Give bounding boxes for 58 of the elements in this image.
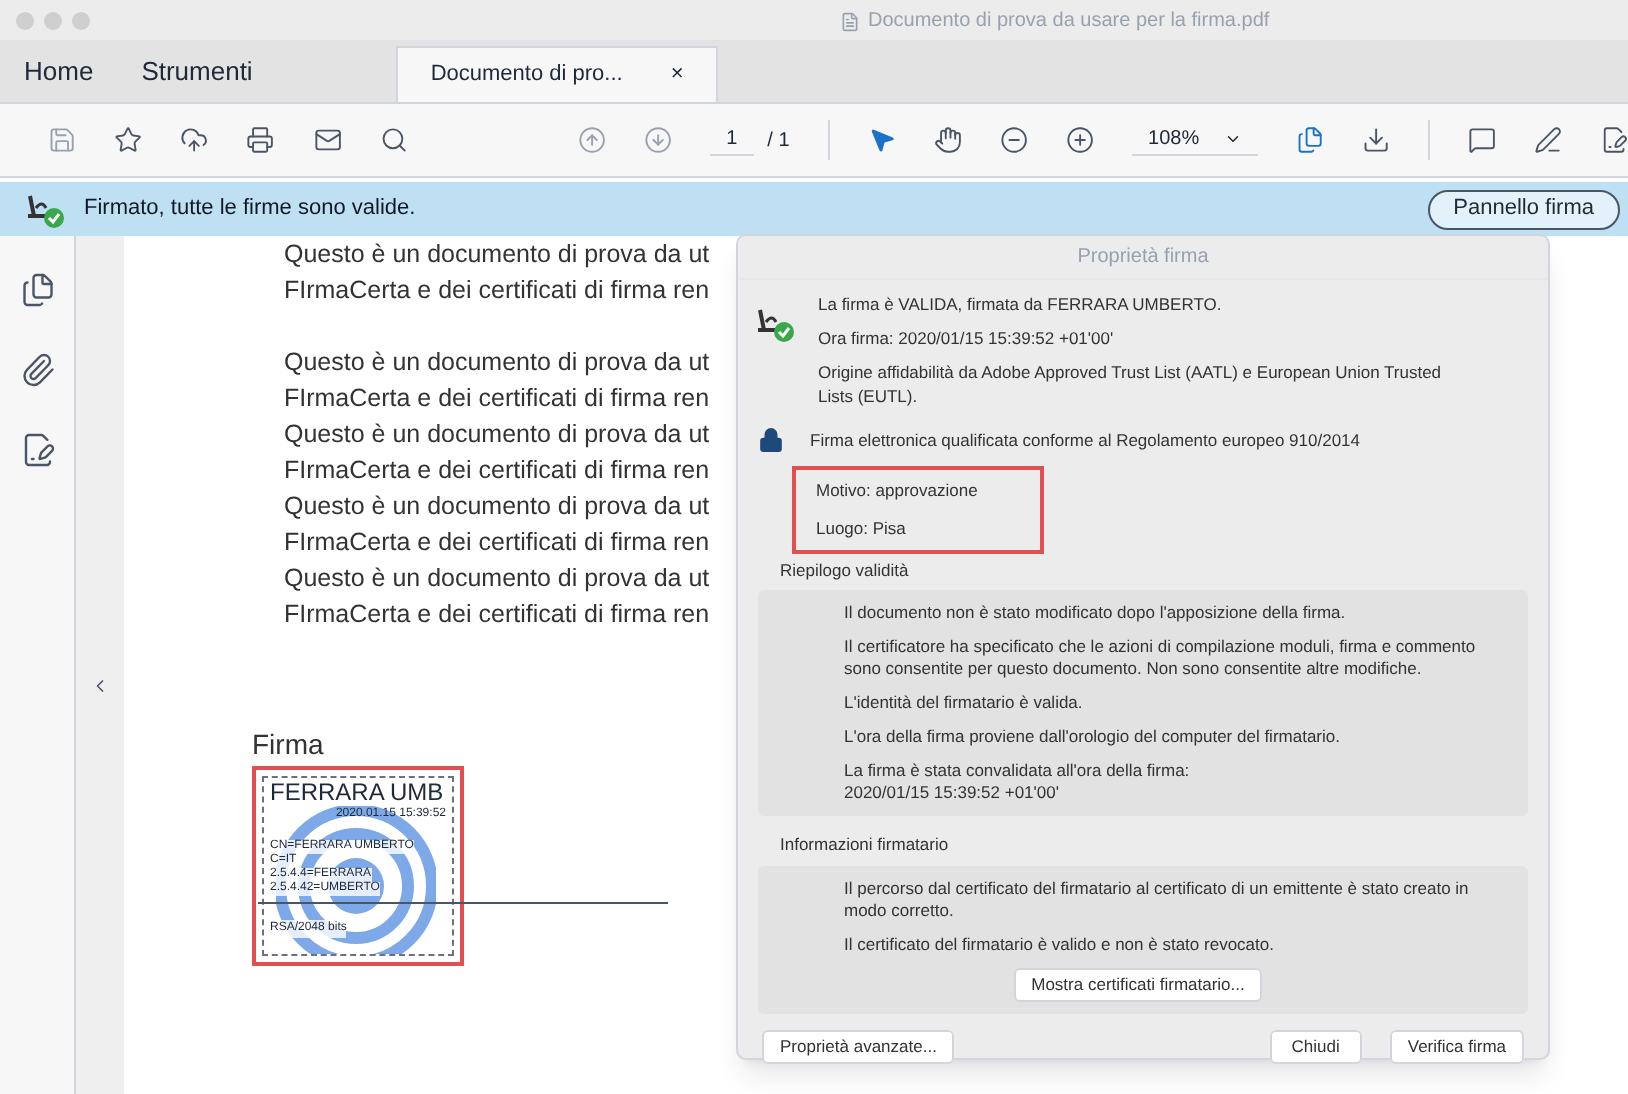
validity-text: La firma è stata convalidata all'ora della firma: 2020/01/15 15:39:52 +01'00'	[844, 760, 1192, 805]
document-text-line: FIrmaCerta e dei certificati di firma ren	[284, 454, 710, 488]
document-text-line: Questo è un documento di prova da ut	[284, 418, 710, 452]
signature-icon[interactable]	[19, 432, 55, 468]
nav-tab[interactable]: Strumenti	[117, 42, 277, 102]
summary-text: La firma è VALIDA, firmata da FERRARA UMBERTO.	[818, 292, 1224, 318]
zoom-out-icon[interactable]	[999, 122, 1028, 158]
comment-icon[interactable]	[1467, 122, 1496, 158]
validity-text: Il certificatore ha specificato che le azioni di compilazione moduli, firma e commento sono consentite per questo documento. Non sono consentite altre modifiche.	[844, 636, 1478, 681]
show-certificates-button[interactable]: Mostra certificati firmatario...	[1013, 968, 1263, 1002]
pages-icon[interactable]	[19, 272, 55, 308]
validity-text: Il documento non è stato modificato dopo l'apposizione della firma.	[844, 602, 1348, 625]
advanced-properties-button[interactable]: Proprietà avanzate...	[762, 1029, 955, 1063]
document-text-line: FIrmaCerta e dei certificati di firma ren	[284, 274, 710, 308]
star-icon[interactable]	[114, 122, 143, 158]
signature-label: Firma	[252, 726, 324, 764]
document-text-line: Questo è un documento di prova da ut	[284, 562, 710, 596]
stamp-name: FERRARA UMB	[270, 778, 444, 806]
dialog-title: Proprietà firma	[738, 236, 1548, 280]
verify-signature-button[interactable]: Verifica firma	[1389, 1029, 1524, 1063]
pdf-file-icon	[840, 11, 860, 31]
sign-icon[interactable]	[1599, 122, 1628, 158]
notification-message: Firmato, tutte le firme sono valide.	[84, 194, 416, 225]
section-title: Riepilogo validità	[780, 557, 911, 583]
signer-text: Il certificato del firmatario è valido e non è stato revocato.	[844, 934, 1276, 956]
reason-text: Motivo: approvazione	[816, 478, 980, 504]
window-title: Documento di prova da usare per la firma.pdf	[868, 8, 1270, 36]
qualified-signature-text: Firma elettronica qualificata conforme al Regolamento europeo 910/2014	[810, 427, 1360, 453]
location-text: Luogo: Pisa	[816, 515, 908, 541]
zoom-field[interactable]: 108%	[1132, 124, 1258, 156]
document-text-line: FIrmaCerta e dei certificati di firma ren	[284, 526, 710, 560]
page-number-field[interactable]: 1	[710, 124, 754, 156]
lock-icon	[758, 426, 784, 454]
signature-check-icon	[754, 304, 798, 344]
validity-text: L'identità del firmatario è valida.	[844, 692, 1085, 715]
summary-text: Origine affidabilità da Adobe Approved Trust List (AATL) e European Union Trusted Lists (EUTL).	[818, 359, 1444, 410]
tab-close-icon[interactable]: ×	[670, 58, 684, 92]
section-title: Informazioni firmatario	[780, 832, 951, 858]
document-text-line: FIrmaCerta e dei certificati di firma ren	[284, 598, 710, 632]
document-text-line: Questo è un documento di prova da ut	[284, 346, 710, 380]
caret-icon	[1223, 130, 1242, 148]
validity-text: L'ora della firma proviene dall'orologio del computer del firmatario.	[844, 726, 1342, 749]
document-tab[interactable]: Documento di pro... ×	[396, 46, 718, 102]
zoom-in-icon[interactable]	[1065, 122, 1095, 158]
printer-icon[interactable]	[246, 122, 275, 158]
signature-panel-button[interactable]: Pannello firma	[1427, 189, 1620, 229]
signer-text: Il percorso dal certificato del firmatario al certificato di un emittente è stato creato in modo corretto.	[844, 878, 1471, 922]
document-text-line: Questo è un documento di prova da ut	[284, 490, 710, 524]
nav-tab[interactable]: Home	[0, 42, 118, 102]
page-fit-icon[interactable]	[1295, 122, 1324, 158]
pen-icon[interactable]	[1533, 122, 1562, 158]
close-button[interactable]: Chiudi	[1269, 1029, 1362, 1063]
document-text-line: Questo è un documento di prova da ut	[284, 238, 710, 272]
hand-icon[interactable]	[933, 122, 962, 158]
document-text-line: FIrmaCerta e dei certificati di firma ren	[284, 382, 710, 416]
summary-text: Ora firma: 2020/01/15 15:39:52 +01'00'	[818, 325, 1116, 351]
paperclip-icon[interactable]	[19, 352, 55, 388]
page-total: / 1	[767, 127, 790, 155]
